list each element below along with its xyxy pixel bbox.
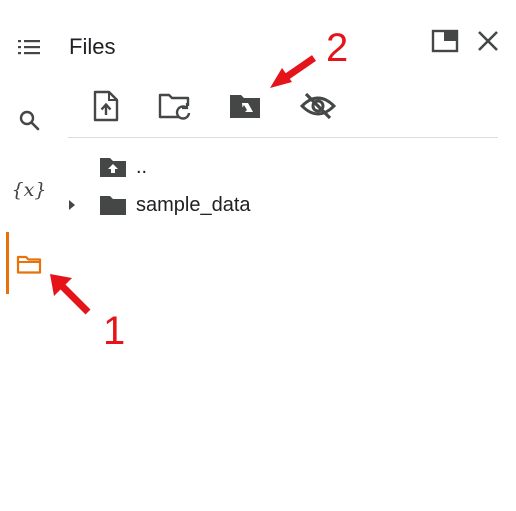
- left-sidebar-rail: {x}: [0, 0, 60, 511]
- upload-button[interactable]: [86, 86, 126, 126]
- search-button[interactable]: [6, 97, 52, 143]
- table-of-contents-icon: [17, 37, 41, 57]
- mount-drive-button[interactable]: [225, 86, 265, 126]
- tree-item-label: sample_data: [136, 193, 251, 216]
- files-button[interactable]: [6, 241, 52, 287]
- tree-item-sample-data[interactable]: sample_data: [66, 190, 251, 220]
- close-icon: [476, 29, 500, 53]
- variables-button[interactable]: {x}: [6, 167, 52, 213]
- hide-files-button[interactable]: [298, 86, 338, 126]
- panel-title: Files: [69, 34, 116, 59]
- toolbar-divider: [68, 137, 498, 138]
- table-of-contents-button[interactable]: [6, 24, 52, 70]
- annotation-number-1: 1: [103, 309, 126, 353]
- upload-file-icon: [92, 90, 120, 122]
- parent-folder-icon: [98, 155, 128, 179]
- folder-icon: [98, 193, 128, 217]
- open-in-tab-icon: [431, 29, 459, 53]
- annotation-arrow-2: [268, 52, 318, 92]
- close-button[interactable]: [473, 26, 503, 56]
- tree-item-parent[interactable]: ..: [98, 152, 147, 182]
- search-icon: [18, 109, 40, 131]
- folder-icon: [16, 253, 42, 275]
- expand-arrow-icon[interactable]: [66, 198, 98, 212]
- tree-item-label: ..: [136, 155, 148, 178]
- hide-icon: [300, 92, 336, 120]
- refresh-folder-icon: [157, 91, 193, 121]
- open-in-tab-button[interactable]: [430, 26, 460, 56]
- annotation-number-2: 2: [326, 26, 349, 70]
- annotation-arrow-1: [48, 272, 94, 318]
- mount-drive-icon: [228, 92, 262, 120]
- variables-icon: {x}: [11, 179, 47, 201]
- refresh-button[interactable]: [155, 86, 195, 126]
